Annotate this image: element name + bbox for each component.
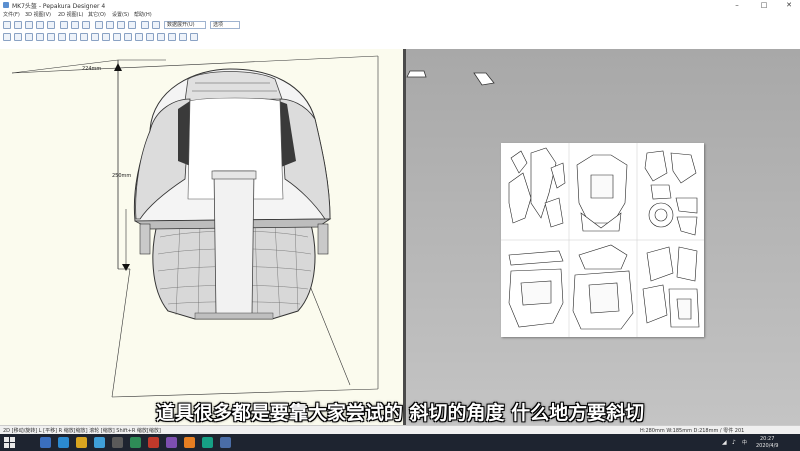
taskbar-app-6-icon[interactable] xyxy=(130,437,141,448)
file-explorer-icon[interactable] xyxy=(76,437,87,448)
pepakura-taskbar-icon[interactable] xyxy=(220,437,231,448)
number-tool-icon[interactable] xyxy=(124,33,132,41)
flap-tool-icon[interactable] xyxy=(91,33,99,41)
taskbar: ◢ ♪ 中 20:27 2020/4/9 xyxy=(0,434,800,451)
texture-icon[interactable] xyxy=(128,21,136,29)
unfold-field[interactable]: 数据展开(U) xyxy=(164,21,206,29)
tray-date[interactable]: 2020/4/9 xyxy=(756,443,778,449)
text-tool-icon[interactable] xyxy=(58,33,66,41)
taskbar-app-8-icon[interactable] xyxy=(166,437,177,448)
status-hint: 2D [移动/旋转] L [平移] R 缩放[缩放] 滚轮 [缩放] Shift… xyxy=(3,428,161,434)
arrow-tool-icon[interactable] xyxy=(3,33,11,41)
toolbar-row-1: 数据展开(U) 选项 xyxy=(0,19,800,31)
move-icon[interactable] xyxy=(106,21,114,29)
fit-icon[interactable] xyxy=(82,21,90,29)
join-tool-icon[interactable] xyxy=(36,33,44,41)
rotate-icon[interactable] xyxy=(95,21,103,29)
floating-part-2[interactable] xyxy=(472,71,496,87)
pan-tool-icon[interactable] xyxy=(14,33,22,41)
pepakura-window: MK7头盔 - Pepakura Designer 4 – □ ✕ 文件(F) … xyxy=(0,0,800,451)
floating-part-1[interactable] xyxy=(406,69,428,79)
app-icon xyxy=(3,2,9,8)
cut-tool-icon[interactable] xyxy=(113,33,121,41)
select-icon[interactable] xyxy=(117,21,125,29)
taskbar-app-5-icon[interactable] xyxy=(112,437,123,448)
dim-height-label: 250mm xyxy=(112,173,132,179)
print-icon[interactable] xyxy=(60,21,68,29)
menu-bar: 文件(F) 3D 视图(V) 2D 视图(L) 其它(O) 设置(S) 帮助(H… xyxy=(0,11,800,19)
ime-indicator[interactable]: 中 xyxy=(742,439,747,446)
dim-width-label: 224mm xyxy=(82,66,102,72)
volume-icon[interactable]: ♪ xyxy=(732,439,736,446)
window-title: MK7头盔 - Pepakura Designer 4 xyxy=(12,3,106,10)
taskbar-app-2-icon[interactable] xyxy=(58,437,69,448)
redo-icon[interactable] xyxy=(47,21,55,29)
rotate-tool-icon[interactable] xyxy=(25,33,33,41)
menu-other[interactable]: 其它(O) xyxy=(88,11,106,19)
split-tool-icon[interactable] xyxy=(47,33,55,41)
tray-time[interactable]: 20:27 xyxy=(760,436,774,442)
layout-2d-icon[interactable] xyxy=(152,21,160,29)
helmet-3d-model xyxy=(11,55,379,398)
zoom-icon[interactable] xyxy=(71,21,79,29)
toolbar-row-2 xyxy=(0,31,800,43)
menu-2d-view[interactable]: 2D 视图(L) xyxy=(58,11,83,19)
windows-start-icon[interactable] xyxy=(4,437,15,448)
2d-view-pane[interactable] xyxy=(406,49,800,425)
print-preview-icon[interactable] xyxy=(190,33,198,41)
minimize-button[interactable]: – xyxy=(728,0,746,11)
layout-3d-icon[interactable] xyxy=(141,21,149,29)
network-icon[interactable]: ◢ xyxy=(722,439,727,446)
option-field[interactable]: 选项 xyxy=(210,21,240,29)
open-file-icon[interactable] xyxy=(14,21,22,29)
taskbar-app-1-icon[interactable] xyxy=(40,437,51,448)
status-dimensions: H:280mm W:185mm D:218mm / 零件 201 xyxy=(640,428,745,434)
status-bar: 2D [移动/旋转] L [平移] R 缩放[缩放] 滚轮 [缩放] Shift… xyxy=(0,425,800,434)
menu-file[interactable]: 文件(F) xyxy=(3,11,20,19)
taskbar-app-7-icon[interactable] xyxy=(148,437,159,448)
save-icon[interactable] xyxy=(25,21,33,29)
grid-tool-icon[interactable] xyxy=(146,33,154,41)
zoom-out-tool-icon[interactable] xyxy=(179,33,187,41)
menu-help[interactable]: 帮助(H) xyxy=(134,11,152,19)
taskbar-app-9-icon[interactable] xyxy=(184,437,195,448)
unfolded-parts xyxy=(501,143,704,337)
maximize-button[interactable]: □ xyxy=(755,0,773,11)
zoom-in-tool-icon[interactable] xyxy=(168,33,176,41)
video-subtitle: 道具很多都是要靠大家尝试的 斜切的角度 什么地方要斜切 xyxy=(155,402,645,424)
new-file-icon[interactable] xyxy=(3,21,11,29)
menu-3d-view[interactable]: 3D 视图(V) xyxy=(25,11,51,19)
edge-tool-icon[interactable] xyxy=(80,33,88,41)
mirror-tool-icon[interactable] xyxy=(135,33,143,41)
page-tool-icon[interactable] xyxy=(157,33,165,41)
undo-icon[interactable] xyxy=(36,21,44,29)
fold-tool-icon[interactable] xyxy=(102,33,110,41)
taskbar-app-10-icon[interactable] xyxy=(202,437,213,448)
3d-view-pane[interactable]: 224mm 250mm xyxy=(0,49,403,425)
menu-settings[interactable]: 设置(S) xyxy=(112,11,129,19)
title-bar: MK7头盔 - Pepakura Designer 4 – □ ✕ xyxy=(0,0,800,11)
print-sheet[interactable] xyxy=(501,143,704,337)
image-tool-icon[interactable] xyxy=(69,33,77,41)
browser-icon[interactable] xyxy=(94,437,105,448)
close-button[interactable]: ✕ xyxy=(780,0,798,11)
